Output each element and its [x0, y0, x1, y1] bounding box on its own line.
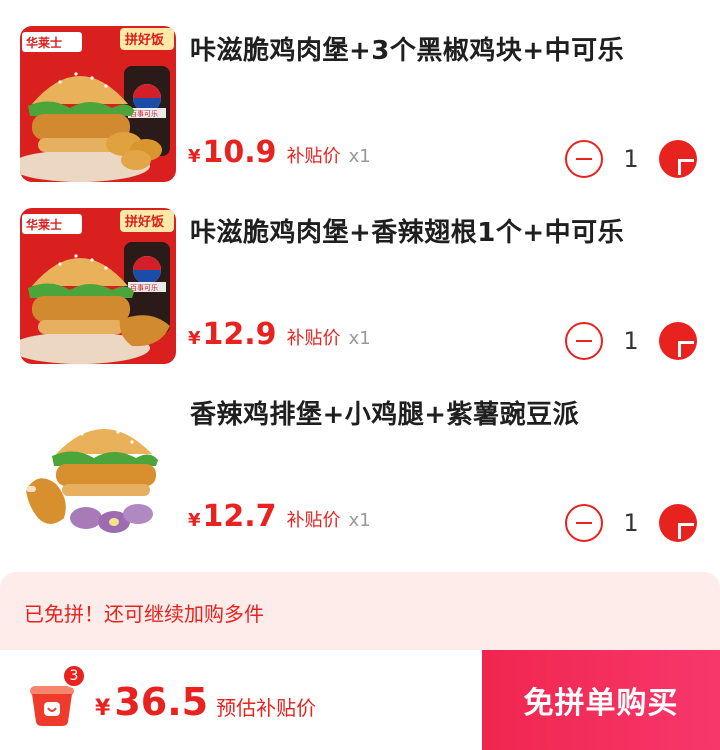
- product-image[interactable]: 华莱士 拼好饭 百事可乐: [20, 26, 176, 182]
- checkout-bar: 3 ¥ 36.5 预估补贴价 免拼单购买: [0, 650, 720, 750]
- subsidy-label: 补贴价: [286, 146, 341, 167]
- item-price: 10.9: [202, 135, 277, 170]
- cart-count-badge: 3: [62, 664, 86, 688]
- decrease-quantity-button[interactable]: [565, 322, 603, 360]
- quantity-value: 1: [623, 145, 639, 173]
- quantity-value: 1: [623, 327, 639, 355]
- image-badge: 拼好饭: [125, 32, 164, 48]
- currency-symbol: ¥: [95, 696, 111, 721]
- item-multiplier: x1: [348, 146, 371, 167]
- total-row: ¥ 36.5 预估补贴价: [95, 680, 316, 724]
- decrease-quantity-button[interactable]: [565, 504, 603, 542]
- product-image[interactable]: 华莱士 拼好饭 百事可乐: [20, 208, 176, 364]
- price-row: ¥ 12.9 补贴价 x1: [188, 317, 371, 352]
- image-badge: 拼好饭: [125, 214, 164, 230]
- cart-item: 华莱士 拼好饭 百事可乐 咔滋脆鸡肉堡+香辣翅根1个+中可乐 ¥ 12.9 补贴…: [0, 182, 720, 364]
- currency-symbol: ¥: [188, 510, 201, 531]
- price-row: ¥ 10.9 补贴价 x1: [188, 135, 371, 170]
- brand-logo: 华莱士: [26, 217, 62, 232]
- cart-item: 香辣鸡排堡+小鸡腿+紫薯豌豆派 ¥ 12.7 补贴价 x1 1: [0, 364, 720, 546]
- item-multiplier: x1: [348, 510, 371, 531]
- burger-combo-image: 华莱士 拼好饭 百事可乐: [20, 26, 176, 182]
- cart-item: 华莱士 拼好饭 百事可乐 咔滋脆鸡肉堡+3个黑椒鸡块+中可乐 ¥ 10.9 补贴…: [0, 0, 720, 182]
- group-buy-notice: 已免拼！还可继续加购多件: [0, 572, 720, 652]
- item-price: 12.9: [202, 317, 277, 352]
- minus-icon: [576, 158, 592, 160]
- burger-combo-image: 华莱士 拼好饭 百事可乐: [20, 208, 176, 364]
- burger-combo-image: [20, 390, 176, 546]
- item-title[interactable]: 咔滋脆鸡肉堡+香辣翅根1个+中可乐: [190, 212, 624, 249]
- currency-symbol: ¥: [188, 146, 201, 167]
- item-multiplier: x1: [348, 328, 371, 349]
- decrease-quantity-button[interactable]: [565, 140, 603, 178]
- minus-icon: [576, 340, 592, 342]
- minus-icon: [576, 522, 592, 524]
- product-image[interactable]: [20, 390, 176, 546]
- total-price: 36.5: [114, 680, 209, 724]
- brand-logo: 华莱士: [26, 35, 62, 50]
- quantity-value: 1: [623, 509, 639, 537]
- increase-quantity-button[interactable]: [659, 322, 697, 360]
- notice-text: 已免拼！还可继续加购多件: [24, 602, 264, 626]
- total-note: 预估补贴价: [216, 696, 317, 720]
- item-price: 12.7: [202, 499, 277, 534]
- currency-symbol: ¥: [188, 328, 201, 349]
- increase-quantity-button[interactable]: [659, 504, 697, 542]
- item-title[interactable]: 香辣鸡排堡+小鸡腿+紫薯豌豆派: [190, 394, 579, 431]
- increase-quantity-button[interactable]: [659, 140, 697, 178]
- item-title[interactable]: 咔滋脆鸡肉堡+3个黑椒鸡块+中可乐: [190, 30, 624, 67]
- checkout-button[interactable]: 免拼单购买: [482, 650, 720, 750]
- drink-label: 百事可乐: [130, 283, 158, 292]
- subsidy-label: 补贴价: [286, 510, 341, 531]
- subsidy-label: 补贴价: [286, 328, 341, 349]
- price-row: ¥ 12.7 补贴价 x1: [188, 499, 371, 534]
- drink-label: 百事可乐: [130, 109, 158, 118]
